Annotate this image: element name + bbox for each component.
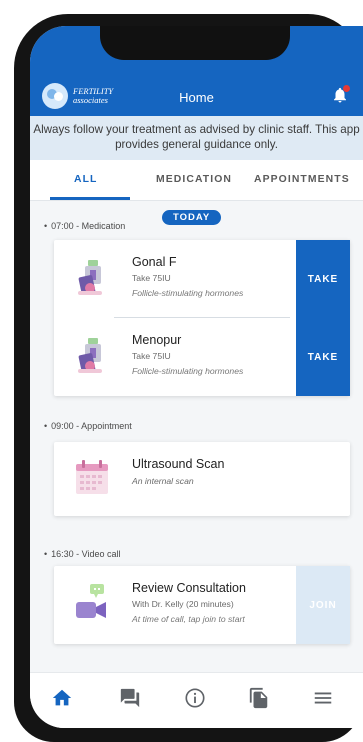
calendar-icon — [74, 458, 110, 500]
item-title: Ultrasound Scan — [132, 457, 225, 471]
page-title: Home — [179, 90, 214, 105]
nav-home[interactable] — [47, 683, 77, 713]
tab-medication[interactable]: MEDICATION — [156, 174, 232, 185]
list-item[interactable]: Gonal F Take 75IU Follicle-stimulating h… — [54, 240, 350, 318]
notification-badge — [343, 85, 350, 92]
medication-card: Gonal F Take 75IU Follicle-stimulating h… — [54, 240, 350, 396]
item-subtitle: Take 75IU — [132, 351, 171, 361]
notifications-button[interactable] — [331, 85, 350, 104]
nav-info[interactable] — [180, 683, 210, 713]
home-icon — [52, 689, 72, 706]
info-icon — [185, 688, 205, 708]
nav-documents[interactable] — [244, 683, 274, 713]
nav-chat[interactable] — [115, 683, 145, 713]
take-button[interactable]: TAKE — [296, 240, 350, 318]
app-screen: FERTILITY associates Home Always follow … — [30, 26, 363, 728]
nav-menu[interactable] — [308, 683, 338, 713]
section-time-label: 07:00 - Medication — [44, 221, 125, 231]
video-call-card[interactable]: Review Consultation With Dr. Kelly (20 m… — [54, 566, 350, 644]
item-subtitle: An internal scan — [132, 476, 194, 486]
chat-icon — [120, 688, 140, 708]
medication-pen-icon — [74, 258, 110, 300]
phone-notch — [100, 26, 290, 60]
filter-tabs: ALL MEDICATION APPOINTMENTS — [30, 160, 363, 201]
guidance-notice: Always follow your treatment as advised … — [30, 116, 363, 160]
tab-all[interactable]: ALL — [74, 174, 98, 185]
item-note: Follicle-stimulating hormones — [132, 288, 244, 298]
medication-pen-icon — [74, 336, 110, 378]
bottom-nav — [30, 672, 363, 728]
documents-icon — [249, 687, 268, 709]
item-subtitle: With Dr. Kelly (20 minutes) — [132, 599, 234, 609]
video-call-icon — [74, 582, 110, 624]
tab-appointments[interactable]: APPOINTMENTS — [254, 174, 350, 185]
list-item[interactable]: Menopur Take 75IU Follicle-stimulating h… — [54, 318, 350, 396]
menu-icon — [314, 692, 332, 704]
item-note: At time of call, tap join to start — [132, 614, 245, 624]
today-badge: TODAY — [162, 210, 222, 225]
section-time-label: 16:30 - Video call — [44, 549, 120, 559]
active-tab-indicator — [50, 197, 130, 200]
section-time-label: 09:00 - Appointment — [44, 421, 132, 431]
appointment-card[interactable]: Ultrasound Scan An internal scan — [54, 442, 350, 516]
item-title: Gonal F — [132, 255, 177, 269]
join-button[interactable]: JOIN — [296, 566, 350, 644]
take-button[interactable]: TAKE — [296, 318, 350, 396]
item-subtitle: Take 75IU — [132, 273, 171, 283]
item-note: Follicle-stimulating hormones — [132, 366, 244, 376]
item-title: Review Consultation — [132, 581, 246, 595]
item-title: Menopur — [132, 333, 182, 347]
